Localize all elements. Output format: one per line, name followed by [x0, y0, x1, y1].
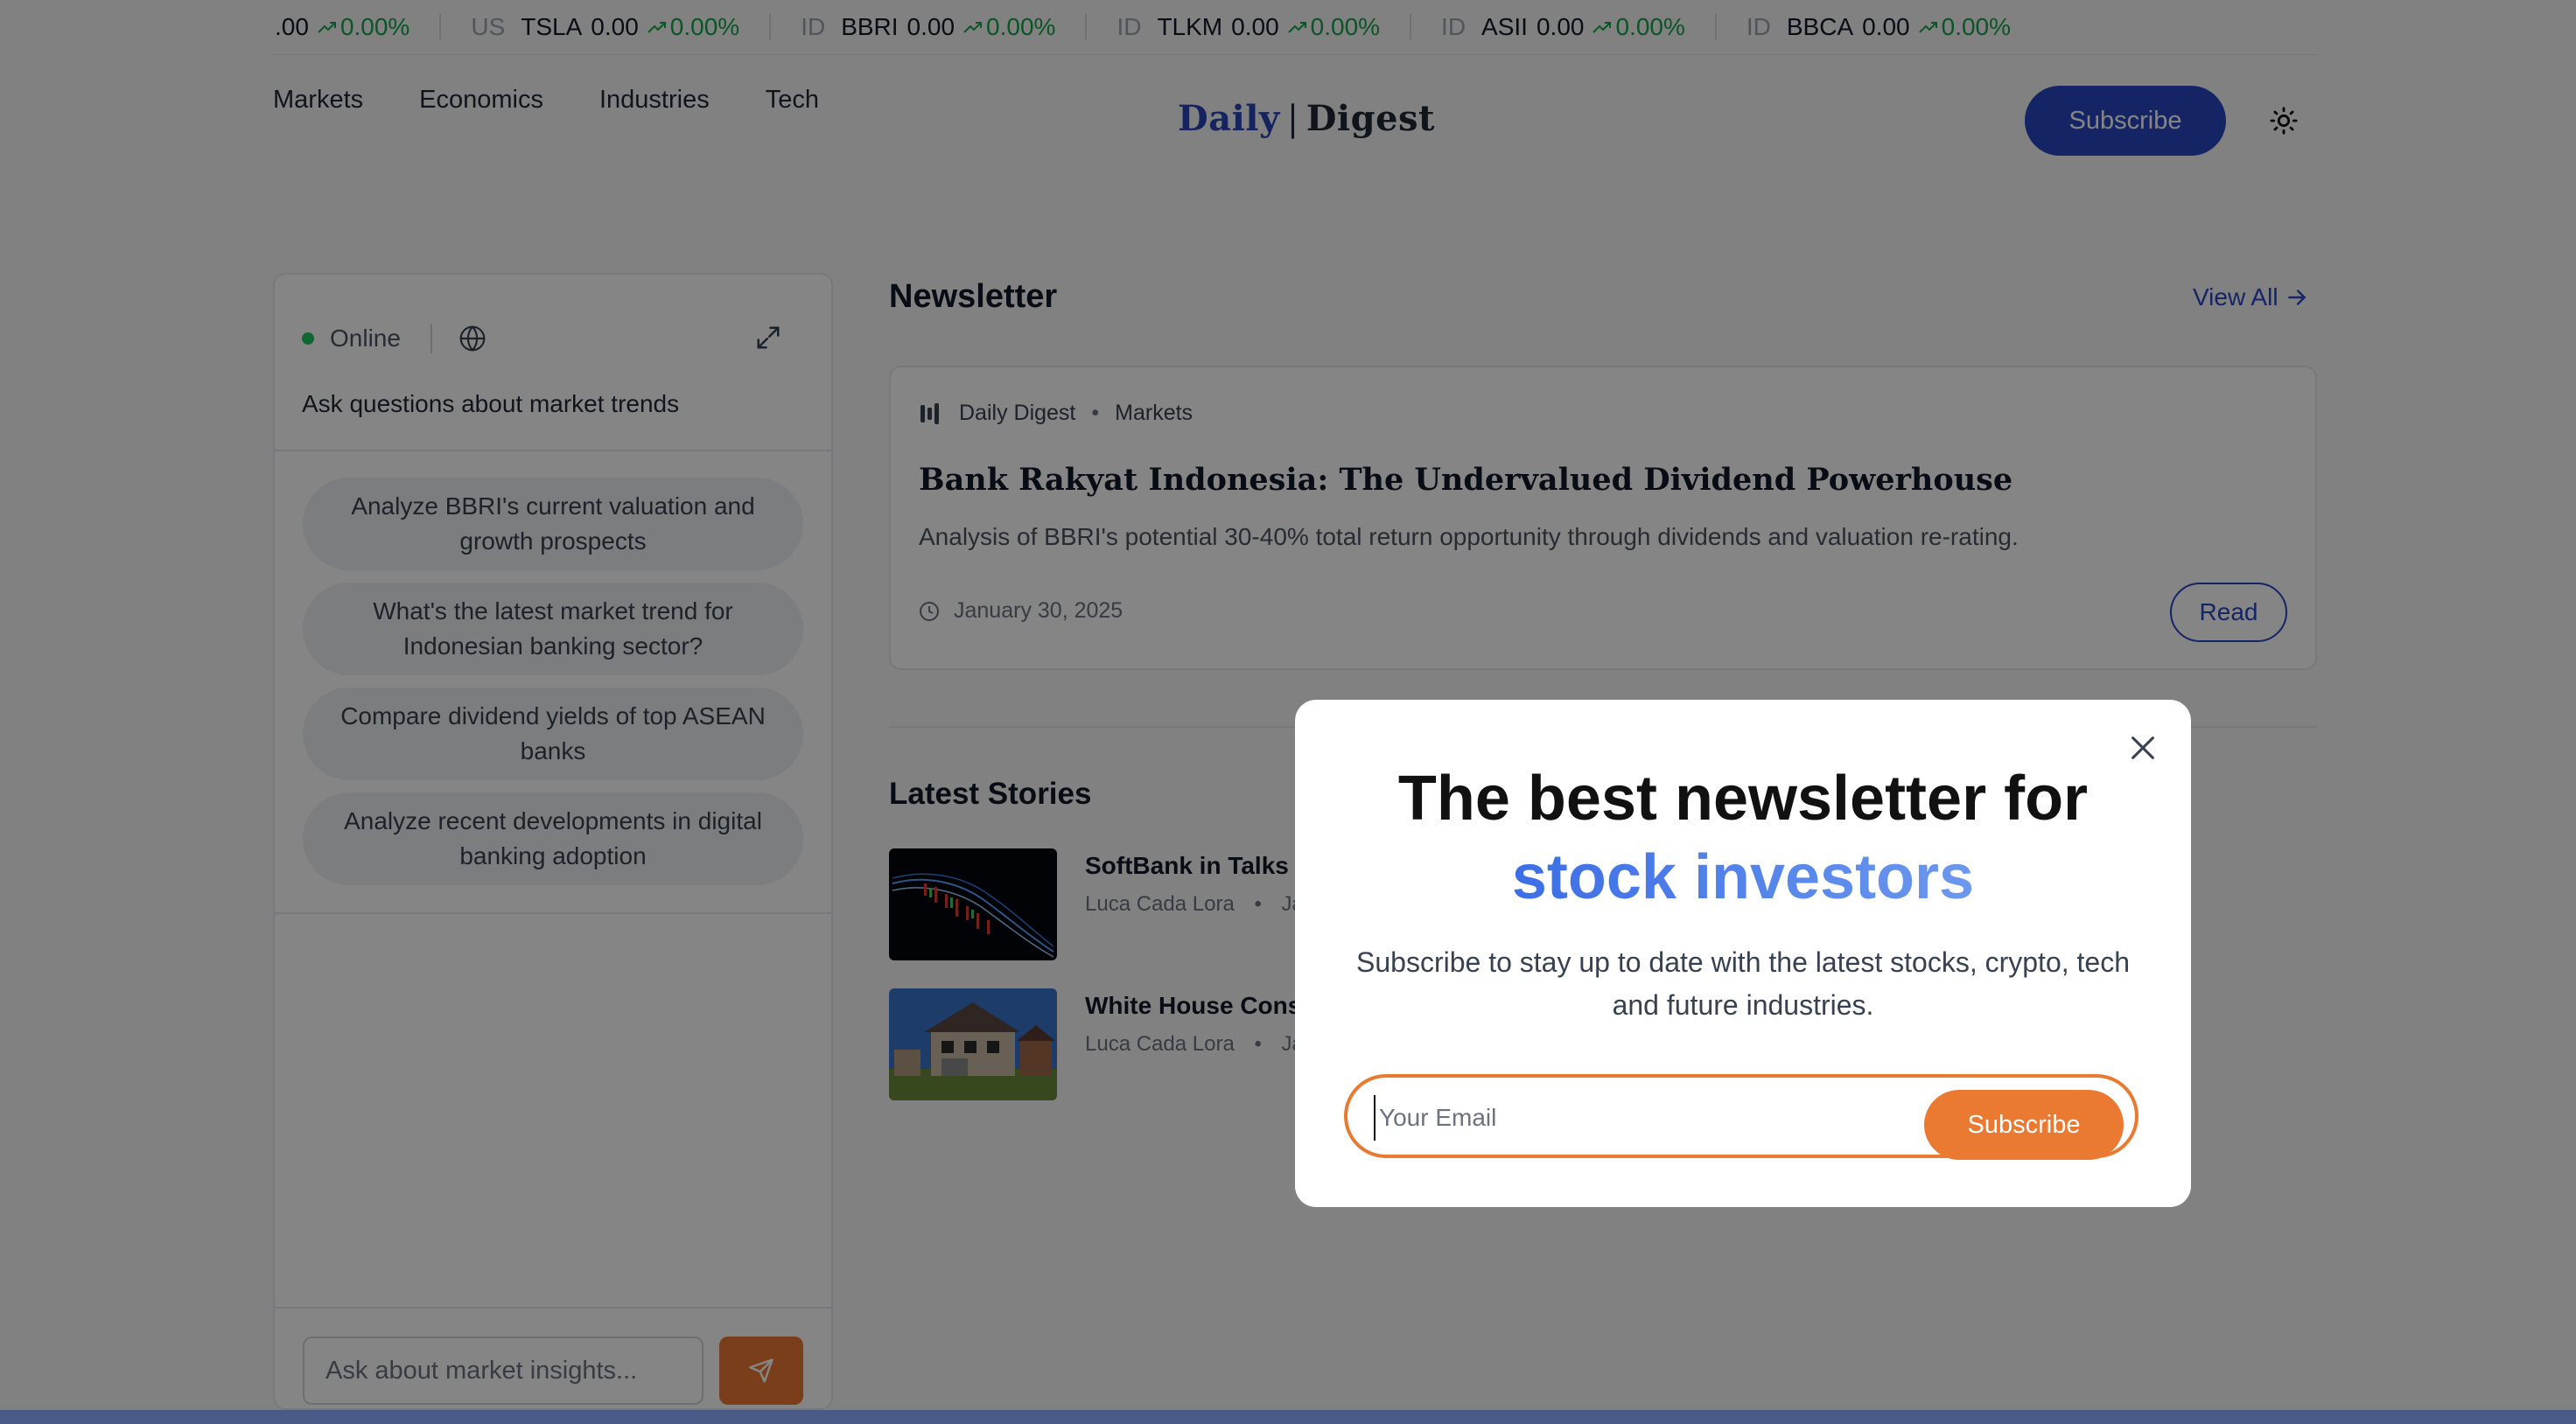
modal-backdrop[interactable]	[0, 0, 2576, 1410]
window-bottom-edge	[0, 1410, 2576, 1424]
modal-heading: The best newsletter for	[1397, 764, 2089, 834]
modal-heading-highlight-text: stock investors	[1511, 842, 1975, 912]
modal-description: Subscribe to stay up to date with the la…	[1356, 946, 2130, 1021]
subscribe-modal: The best newsletter for stock investors …	[1295, 700, 2191, 1207]
close-icon	[2132, 736, 2154, 759]
modal-heading-highlight: stock investors	[1295, 838, 2191, 917]
email-input[interactable]	[1374, 1095, 1897, 1141]
subscribe-form: Subscribe	[1344, 1074, 2138, 1160]
page: .00 0.00% US TSLA 0.00 0.00% ID BBRI 0.0…	[0, 0, 2576, 1410]
modal-subscribe-button[interactable]: Subscribe	[1924, 1090, 2124, 1160]
